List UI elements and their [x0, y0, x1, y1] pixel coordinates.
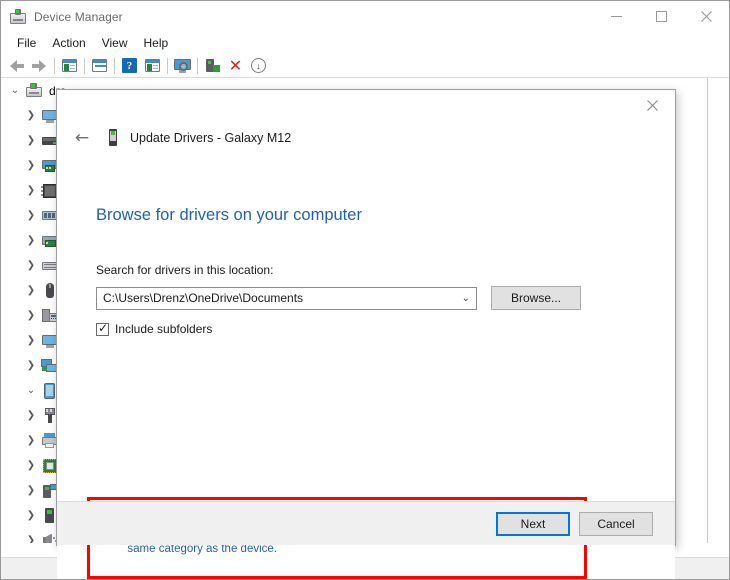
device-manager-icon — [10, 9, 26, 25]
chevron-right-icon[interactable]: ❯ — [23, 260, 39, 271]
dialog-heading: Browse for drivers on your computer — [96, 206, 651, 225]
chevron-right-icon[interactable]: ❯ — [23, 135, 39, 146]
properties-icon[interactable] — [88, 55, 111, 77]
show-hide-console-tree-icon[interactable] — [58, 55, 81, 77]
menu-item-view[interactable]: View — [94, 34, 136, 52]
browse-button[interactable]: Browse... — [491, 286, 581, 310]
next-button[interactable]: Next — [496, 512, 570, 536]
maximize-icon[interactable] — [639, 1, 684, 32]
chevron-right-icon[interactable]: ❯ — [23, 160, 39, 171]
scan-for-hardware-changes-icon[interactable] — [171, 55, 194, 77]
disable-glyph: ↓ — [251, 58, 266, 73]
cancel-button[interactable]: Cancel — [579, 512, 653, 536]
device-manager-window: Device Manager File Action View Help — [0, 0, 730, 580]
back-arrow-icon[interactable] — [5, 55, 28, 77]
dialog-footer: Next Cancel — [57, 501, 675, 545]
back-arrow-icon[interactable]: ← — [71, 127, 93, 149]
show-hide-action-pane-icon[interactable] — [141, 55, 164, 77]
uninstall-device-icon[interactable]: ✕ — [224, 55, 247, 77]
forward-arrow-icon[interactable] — [28, 55, 51, 77]
phone-device-icon — [105, 129, 121, 147]
include-subfolders-label: Include subfolders — [115, 322, 212, 336]
dialog-title: Update Drivers - Galaxy M12 — [130, 131, 291, 145]
close-icon[interactable] — [684, 1, 729, 32]
menu-item-help[interactable]: Help — [136, 34, 177, 52]
chevron-right-icon[interactable]: ❯ — [23, 335, 39, 346]
uninstall-glyph: ✕ — [229, 58, 242, 74]
help-glyph: ? — [122, 58, 137, 73]
chevron-right-icon[interactable]: ❯ — [23, 285, 39, 296]
chevron-right-icon[interactable]: ❯ — [23, 185, 39, 196]
dialog-close-icon[interactable] — [630, 90, 675, 120]
dialog-header: ← Update Drivers - Galaxy M12 — [57, 122, 675, 154]
path-row: C:\Users\Drenz\OneDrive\Documents ⌄ Brow… — [96, 286, 651, 310]
tree-pane-right-edge — [707, 78, 729, 543]
include-subfolders-row[interactable]: ✓ Include subfolders — [96, 322, 651, 336]
chevron-right-icon[interactable]: ❯ — [23, 410, 39, 421]
window-title: Device Manager — [34, 10, 123, 24]
search-location-label: Search for drivers in this location: — [96, 263, 651, 277]
menubar: File Action View Help — [1, 32, 729, 54]
computer-icon — [25, 82, 43, 100]
update-driver-icon[interactable] — [201, 55, 224, 77]
help-icon[interactable]: ? — [118, 55, 141, 77]
chevron-right-icon[interactable]: ❯ — [23, 360, 39, 371]
chevron-right-icon[interactable]: ❯ — [23, 510, 39, 521]
minimize-icon[interactable] — [594, 1, 639, 32]
chevron-right-icon[interactable]: ❯ — [23, 110, 39, 121]
toolbar-separator — [84, 58, 85, 74]
include-subfolders-checkbox[interactable]: ✓ — [96, 323, 109, 336]
chevron-right-icon[interactable]: ❯ — [23, 460, 39, 471]
chevron-down-icon[interactable]: ⌄ — [7, 85, 23, 96]
update-drivers-dialog: ← Update Drivers - Galaxy M12 Browse for… — [56, 89, 676, 546]
toolbar: ? ✕ ↓ — [1, 54, 729, 78]
toolbar-separator — [167, 58, 168, 74]
disable-device-icon[interactable]: ↓ — [247, 55, 270, 77]
chevron-down-icon[interactable]: ⌄ — [23, 385, 39, 396]
checkmark-icon: ✓ — [98, 322, 108, 335]
chevron-down-icon[interactable]: ⌄ — [462, 293, 470, 304]
toolbar-separator — [114, 58, 115, 74]
chevron-right-icon[interactable]: ❯ — [23, 210, 39, 221]
chevron-right-icon[interactable]: ❯ — [23, 310, 39, 321]
menu-item-file[interactable]: File — [9, 34, 44, 52]
chevron-right-icon[interactable]: ❯ — [23, 535, 39, 543]
driver-location-combobox[interactable]: C:\Users\Drenz\OneDrive\Documents ⌄ — [96, 287, 477, 310]
chevron-right-icon[interactable]: ❯ — [23, 435, 39, 446]
driver-location-value[interactable]: C:\Users\Drenz\OneDrive\Documents — [103, 291, 458, 305]
window-titlebar: Device Manager — [1, 1, 729, 32]
toolbar-separator — [197, 58, 198, 74]
toolbar-separator — [54, 58, 55, 74]
chevron-right-icon[interactable]: ❯ — [23, 485, 39, 496]
dialog-titlebar — [57, 90, 675, 122]
chevron-right-icon[interactable]: ❯ — [23, 235, 39, 246]
window-controls — [594, 1, 729, 32]
menu-item-action[interactable]: Action — [44, 34, 93, 52]
